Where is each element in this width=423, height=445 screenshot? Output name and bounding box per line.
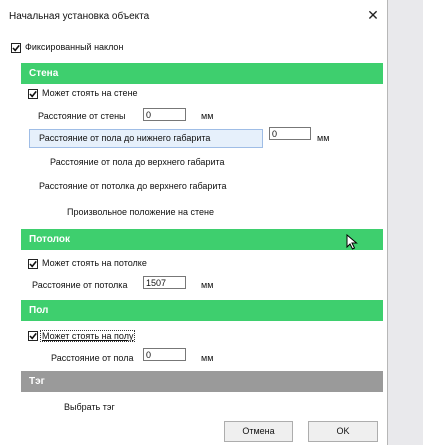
arbitrary-position-label[interactable]: Произвольное положение на стене bbox=[67, 207, 214, 217]
wall-section-header: Стена bbox=[21, 63, 383, 84]
wall-header-label: Стена bbox=[29, 68, 59, 79]
dialog-window: Начальная установка объекта ✕ Фиксирован… bbox=[0, 0, 388, 445]
dist-from-floor-unit: мм bbox=[201, 353, 214, 363]
close-icon[interactable]: ✕ bbox=[365, 7, 381, 23]
dist-from-ceiling-unit: мм bbox=[201, 280, 214, 290]
dist-from-floor-input[interactable]: 0 bbox=[143, 348, 186, 361]
dist-from-wall-input[interactable]: 0 bbox=[143, 108, 186, 121]
ceiling-can-stand-checkbox[interactable] bbox=[28, 259, 38, 269]
ceiling-header-label: Потолок bbox=[29, 234, 71, 245]
floor-section-header: Пол bbox=[21, 300, 383, 321]
floor-can-stand-checkbox[interactable] bbox=[28, 331, 38, 341]
ok-button[interactable]: OK bbox=[308, 421, 378, 442]
choose-tag-link[interactable]: Выбрать тэг bbox=[64, 402, 115, 412]
fixed-tilt-label: Фиксированный наклон bbox=[25, 42, 124, 52]
floor-can-stand-label: Может стоять на полу bbox=[40, 330, 136, 342]
fixed-tilt-checkbox[interactable] bbox=[11, 43, 21, 53]
wall-can-stand-checkbox[interactable] bbox=[28, 89, 38, 99]
dist-from-ceiling-label: Расстояние от потолка bbox=[32, 280, 128, 290]
floor-lower-unit: мм bbox=[317, 133, 330, 143]
background-area bbox=[388, 0, 423, 445]
title-bar: Начальная установка объекта ✕ bbox=[0, 0, 387, 33]
dist-from-floor-label: Расстояние от пола bbox=[51, 353, 134, 363]
floor-lower-input[interactable]: 0 bbox=[269, 127, 311, 140]
dist-from-wall-unit: мм bbox=[201, 111, 214, 121]
dist-from-ceiling-input[interactable]: 1507 bbox=[143, 276, 186, 289]
cancel-button[interactable]: Отмена bbox=[224, 421, 293, 442]
tag-section-header: Тэг bbox=[21, 371, 383, 392]
ceiling-section-header: Потолок bbox=[21, 229, 383, 250]
tag-header-label: Тэг bbox=[29, 376, 45, 387]
window-title: Начальная установка объекта bbox=[9, 11, 150, 22]
floor-header-label: Пол bbox=[29, 305, 49, 316]
mouse-cursor-icon bbox=[346, 234, 358, 250]
wall-can-stand-label: Может стоять на стене bbox=[42, 88, 138, 98]
ceiling-can-stand-label: Может стоять на потолке bbox=[42, 258, 147, 268]
floor-upper-label[interactable]: Расстояние от пола до верхнего габарита bbox=[50, 157, 225, 167]
dist-from-wall-label: Расстояние от стены bbox=[38, 111, 126, 121]
ceiling-upper-label[interactable]: Расстояние от потолка до верхнего габари… bbox=[39, 181, 226, 191]
floor-lower-label[interactable]: Расстояние от пола до нижнего габарита bbox=[39, 133, 210, 143]
